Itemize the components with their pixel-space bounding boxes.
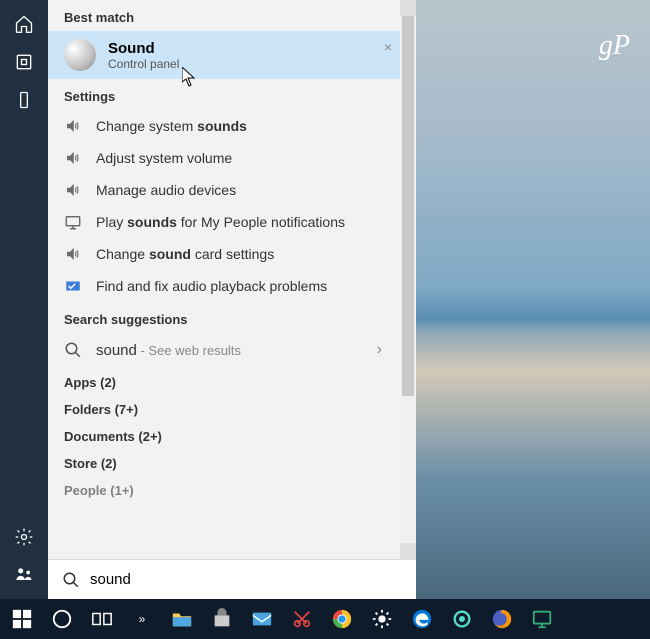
- task-view-button[interactable]: [86, 603, 118, 635]
- speaker-icon: [64, 149, 82, 167]
- best-match-result[interactable]: Sound Control panel ×: [48, 31, 416, 79]
- settings-item[interactable]: Manage audio devices: [48, 174, 416, 206]
- settings-item-label: Change system sounds: [96, 118, 247, 134]
- store-icon[interactable]: [206, 603, 238, 635]
- home-icon[interactable]: [14, 14, 34, 34]
- best-match-subtitle: Control panel: [108, 57, 179, 71]
- settings-item[interactable]: Play sounds for My People notifications: [48, 206, 416, 238]
- start-rail: [0, 0, 48, 599]
- troubleshoot-icon: [64, 277, 82, 295]
- close-icon[interactable]: ×: [384, 39, 392, 55]
- speaker-icon: [64, 117, 82, 135]
- web-term: sound: [96, 342, 137, 359]
- settings-item-label: Play sounds for My People notifications: [96, 214, 345, 230]
- more-icon[interactable]: »: [126, 603, 158, 635]
- category-store[interactable]: Store (2): [48, 448, 416, 475]
- web-sub: - See web results: [137, 343, 241, 358]
- best-match-header: Best match: [48, 0, 416, 31]
- settings-item-label: Change sound card settings: [96, 246, 274, 262]
- suggestions-header: Search suggestions: [48, 302, 416, 333]
- category-documents[interactable]: Documents (2+): [48, 421, 416, 448]
- speaker-icon: [64, 181, 82, 199]
- settings-item-label: Manage audio devices: [96, 182, 236, 198]
- search-panel: Best match Sound Control panel × Setting…: [48, 0, 416, 599]
- category-apps[interactable]: Apps (2): [48, 367, 416, 394]
- file-explorer-icon[interactable]: [166, 603, 198, 635]
- device-icon[interactable]: [14, 90, 34, 110]
- settings-item[interactable]: Adjust system volume: [48, 142, 416, 174]
- speaker-icon: [64, 245, 82, 263]
- chrome-icon[interactable]: [326, 603, 358, 635]
- taskbar: »: [0, 599, 650, 639]
- feedback-icon[interactable]: [14, 565, 34, 585]
- monitor-icon[interactable]: [526, 603, 558, 635]
- settings-item[interactable]: Change system sounds: [48, 110, 416, 142]
- sound-icon: [64, 39, 96, 71]
- mail-icon[interactable]: [246, 603, 278, 635]
- edge-icon[interactable]: [406, 603, 438, 635]
- search-icon: [64, 341, 82, 359]
- watermark: gP: [599, 30, 630, 62]
- category-people[interactable]: People (1+): [48, 475, 416, 502]
- monitor-icon: [64, 213, 82, 231]
- settings-item[interactable]: Find and fix audio playback problems: [48, 270, 416, 302]
- settings-header: Settings: [48, 79, 416, 110]
- search-input[interactable]: [90, 571, 402, 588]
- scroll-thumb[interactable]: [402, 16, 414, 396]
- search-box[interactable]: [48, 559, 416, 599]
- search-icon: [62, 571, 80, 589]
- app-icon[interactable]: [446, 603, 478, 635]
- web-result[interactable]: sound - See web results ›: [48, 333, 416, 367]
- settings-item-label: Adjust system volume: [96, 150, 232, 166]
- best-match-title: Sound: [108, 40, 179, 57]
- settings-item-label: Find and fix audio playback problems: [96, 278, 327, 294]
- settings-icon[interactable]: [14, 527, 34, 547]
- cortana-button[interactable]: [46, 603, 78, 635]
- snip-icon[interactable]: [286, 603, 318, 635]
- brightness-icon[interactable]: [366, 603, 398, 635]
- chevron-right-icon: ›: [377, 341, 382, 359]
- scrollbar[interactable]: [400, 0, 416, 559]
- settings-item[interactable]: Change sound card settings: [48, 238, 416, 270]
- results-list: Best match Sound Control panel × Setting…: [48, 0, 416, 559]
- start-button[interactable]: [6, 603, 38, 635]
- apps-icon[interactable]: [14, 52, 34, 72]
- firefox-icon[interactable]: [486, 603, 518, 635]
- category-folders[interactable]: Folders (7+): [48, 394, 416, 421]
